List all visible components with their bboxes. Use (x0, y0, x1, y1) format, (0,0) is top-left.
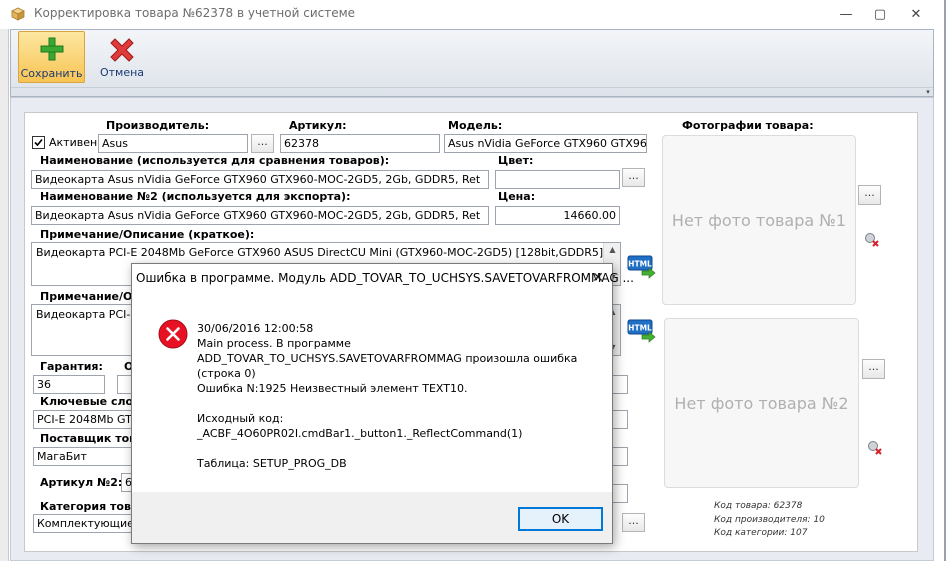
model-label: Модель: (448, 119, 503, 132)
html-editor-icon[interactable]: HTML (627, 318, 657, 343)
close-window-button[interactable]: ✕ (901, 4, 931, 26)
hidden-field-2[interactable] (612, 410, 628, 429)
article2-label: Артикул №2: (40, 476, 123, 489)
model-input[interactable]: Asus nVidia GeForce GTX960 GTX960-MOC (444, 134, 647, 153)
supplier-label: Поставщик това (40, 432, 144, 445)
note-full-text: Видеокарта PCI-E (36, 308, 138, 321)
photo-2-box[interactable]: Нет фото товара №2 (664, 318, 859, 488)
ok-button[interactable]: OK (518, 507, 603, 531)
svg-text:HTML: HTML (628, 324, 652, 333)
background-window-edge (0, 29, 9, 561)
note-short-text: Видеокарта PCI-E 2048Mb GeForce GTX960 A… (36, 246, 621, 259)
article-label: Артикул: (289, 119, 347, 132)
category-label: Категория това (40, 500, 139, 513)
photo-1-box[interactable]: Нет фото товара №1 (662, 135, 856, 305)
cancel-button[interactable]: Отмена (89, 31, 155, 83)
save-button-label: Сохранить (20, 67, 83, 80)
price-label: Цена: (498, 190, 536, 203)
active-checkbox[interactable] (32, 136, 45, 149)
cross-icon (110, 38, 134, 62)
hidden-field-4[interactable] (612, 484, 628, 503)
category-browse-button[interactable]: ... (622, 513, 645, 532)
photos-label: Фотографии товара: (682, 119, 814, 132)
dialog-message: 30/06/2016 12:00:58 Main process. В прог… (197, 322, 578, 470)
checkmark-icon (34, 138, 43, 147)
error-icon (158, 319, 188, 349)
delete-photo-2-icon[interactable] (867, 440, 883, 456)
app-box-icon (11, 7, 25, 21)
name-input[interactable]: Видеокарта Asus nVidia GeForce GTX960 GT… (31, 170, 489, 189)
manufacturer-label: Производитель: (106, 119, 210, 132)
keywords-label: Ключевые слов (40, 395, 141, 408)
cancel-button-label: Отмена (99, 66, 145, 79)
color-label: Цвет: (498, 154, 534, 167)
dialog-close-button[interactable]: ✕ (587, 268, 609, 288)
active-label: Активен (49, 136, 98, 149)
maximize-button[interactable]: ▢ (865, 4, 895, 26)
plus-icon (40, 37, 63, 61)
color-input[interactable] (495, 170, 620, 189)
warranty-label: Гарантия: (40, 360, 103, 373)
photo-1-browse-button[interactable]: ... (858, 185, 881, 205)
category-code-text: Код категории: 107 (714, 528, 808, 538)
toolbar-overflow-icon[interactable]: ▾ (923, 88, 933, 96)
svg-text:HTML: HTML (628, 260, 652, 269)
keywords-input[interactable]: PCI-E 2048Mb GTX (33, 410, 133, 429)
photo-2-placeholder: Нет фото товара №2 (674, 393, 849, 413)
delete-photo-1-icon[interactable] (864, 232, 880, 248)
photo-2-browse-button[interactable]: ... (862, 359, 885, 379)
article-input[interactable]: 62378 (280, 134, 440, 153)
name2-label: Наименование №2 (используется для экспор… (40, 190, 351, 203)
note-short-label: Примечание/Описание (краткое): (40, 228, 255, 241)
dialog-title: Ошибка в программе. Модуль ADD_TOVAR_TO_… (136, 271, 634, 285)
minimize-button[interactable]: — (831, 4, 861, 26)
hidden-field-3[interactable] (612, 447, 628, 466)
note-full-label: Примечание/Оп (40, 290, 140, 303)
color-browse-button[interactable]: ... (622, 168, 645, 187)
name-label: Наименование (используется для сравнения… (40, 154, 390, 167)
price-input[interactable]: 14660.00 (495, 206, 620, 225)
photo-1-placeholder: Нет фото товара №1 (671, 210, 847, 230)
hidden-field-1[interactable] (612, 375, 628, 394)
manufacturer-code-text: Код производителя: 10 (714, 515, 825, 525)
error-dialog: Ошибка в программе. Модуль ADD_TOVAR_TO_… (131, 263, 634, 544)
item-code-text: Код товара: 62378 (714, 501, 803, 511)
save-button[interactable]: Сохранить (18, 31, 85, 83)
category-input[interactable]: Комплектующие д (33, 514, 133, 533)
name2-input[interactable]: Видеокарта Asus nVidia GeForce GTX960 GT… (31, 206, 489, 225)
manufacturer-input[interactable]: Asus (98, 134, 248, 153)
window-title: Корректировка товара №62378 в учетной си… (34, 6, 356, 20)
warranty-input[interactable]: 36 (33, 375, 105, 394)
toolbar: Сохранить Отмена ▾ (10, 29, 934, 97)
scroll-up-icon[interactable]: ▲ (604, 245, 621, 254)
supplier-input[interactable]: МагаБит (33, 447, 133, 466)
manufacturer-browse-button[interactable]: ... (251, 134, 274, 153)
toolbar-divider (11, 87, 933, 88)
title-bar: Корректировка товара №62378 в учетной си… (0, 0, 944, 29)
